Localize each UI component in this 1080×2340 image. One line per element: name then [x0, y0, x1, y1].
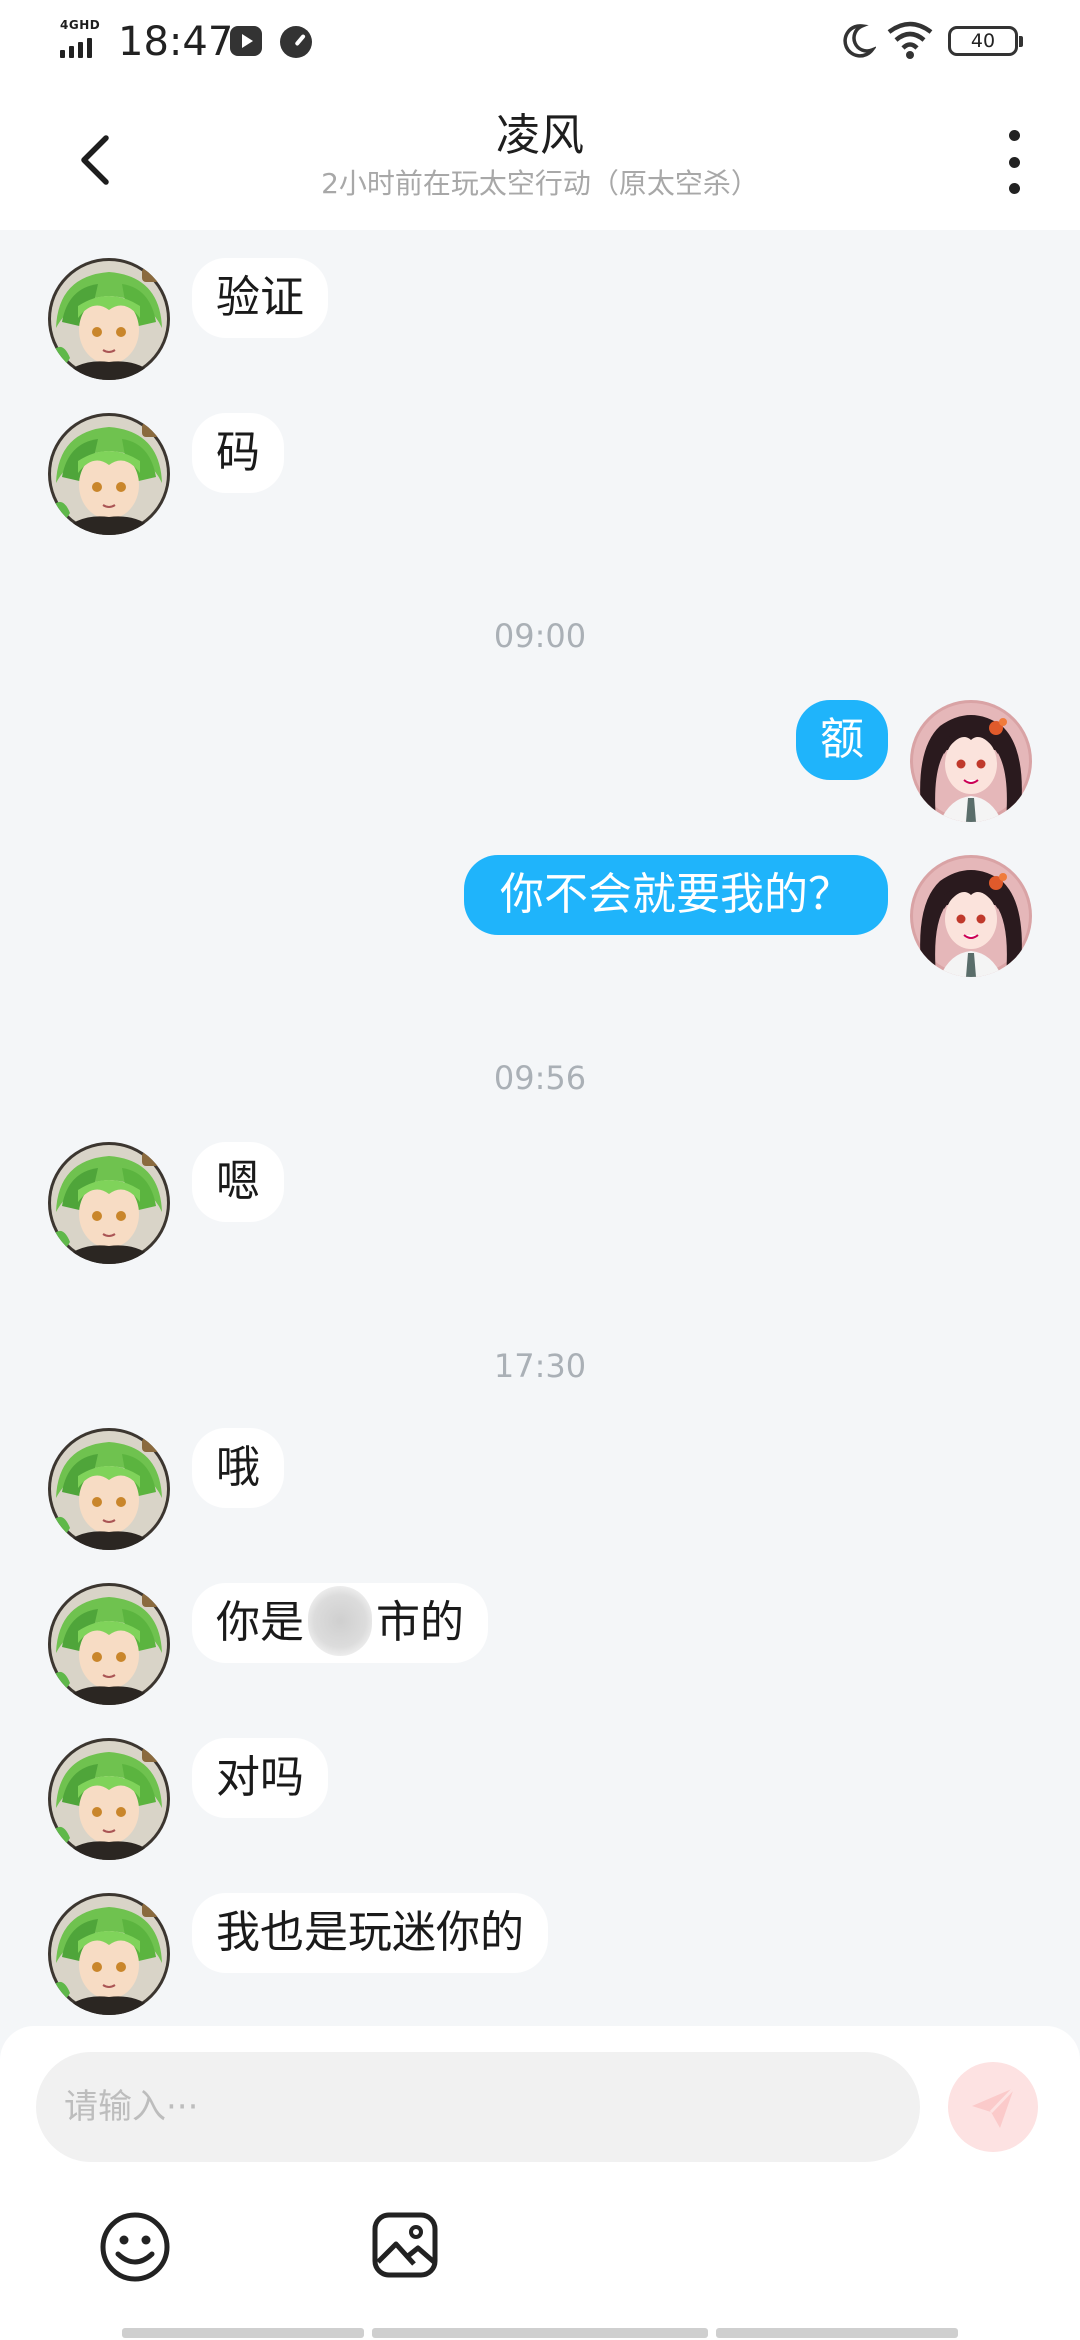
message-bubble-outgoing[interactable]: 额	[796, 700, 888, 780]
message-text-after: 市的	[376, 1597, 464, 1648]
more-icon[interactable]	[996, 126, 1032, 198]
message-bubble-outgoing[interactable]: 你不会就要我的？	[464, 855, 888, 935]
contact-avatar[interactable]	[48, 1142, 170, 1264]
contact-avatar[interactable]	[48, 1893, 170, 2015]
message-list[interactable]: 验证 码 09:00 额 你不会就要我的？ 09:56 嗯 17:30 哦 你是…	[0, 230, 1080, 2030]
status-bar: 4GHD 18:47 40	[0, 0, 1080, 84]
contact-avatar[interactable]	[48, 1738, 170, 1860]
message-bubble-incoming[interactable]: 你是 市的	[192, 1583, 488, 1663]
message-bubble-incoming[interactable]: 我也是玩迷你的	[192, 1893, 548, 1973]
media-icon	[230, 26, 262, 56]
message-bubble-incoming[interactable]: 验证	[192, 258, 328, 338]
message-bubble-incoming[interactable]: 哦	[192, 1428, 284, 1508]
send-button[interactable]	[948, 2062, 1038, 2152]
send-icon[interactable]	[968, 2082, 1018, 2132]
emoji-icon[interactable]	[98, 2210, 172, 2284]
contact-avatar[interactable]	[48, 413, 170, 535]
speed-icon	[280, 26, 312, 58]
redacted-region	[308, 1586, 372, 1656]
status-time: 18:47	[118, 19, 234, 65]
contact-avatar[interactable]	[48, 258, 170, 380]
contact-status: 2小时前在玩太空行动（原太空杀）	[321, 167, 759, 200]
message-bubble-incoming[interactable]: 对吗	[192, 1738, 328, 1818]
moon-icon	[843, 24, 876, 58]
message-composer	[0, 2026, 1080, 2340]
my-avatar[interactable]	[910, 855, 1032, 977]
timestamp: 09:56	[493, 1059, 587, 1097]
timestamp: 17:30	[493, 1347, 587, 1385]
wifi-icon	[887, 21, 933, 59]
message-bubble-incoming[interactable]: 嗯	[192, 1142, 284, 1222]
system-nav-bar	[0, 2328, 1080, 2340]
image-icon[interactable]	[370, 2210, 440, 2280]
signal-icon: 4GHD	[60, 18, 106, 58]
contact-name: 凌风	[496, 110, 584, 161]
message-text-before: 你是	[216, 1597, 304, 1648]
network-type-label: 4GHD	[60, 18, 101, 32]
message-input[interactable]	[36, 2052, 920, 2162]
timestamp: 09:00	[493, 617, 587, 655]
battery-icon: 40	[948, 26, 1023, 56]
chat-header: 凌风 2小时前在玩太空行动（原太空杀）	[0, 84, 1080, 230]
contact-avatar[interactable]	[48, 1583, 170, 1705]
contact-avatar[interactable]	[48, 1428, 170, 1550]
my-avatar[interactable]	[910, 700, 1032, 822]
message-bubble-incoming[interactable]: 码	[192, 413, 284, 493]
